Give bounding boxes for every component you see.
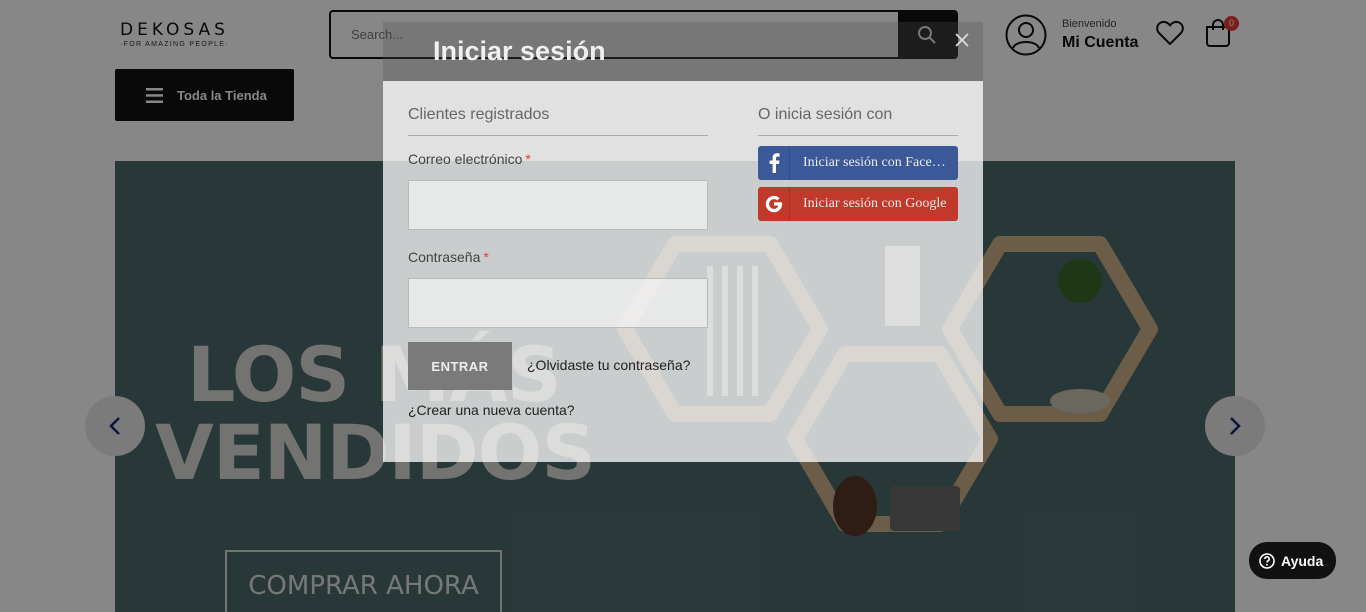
required-mark: * (483, 249, 489, 265)
email-label-text: Correo electrónico (408, 151, 523, 167)
email-field[interactable] (408, 180, 708, 230)
facebook-icon (769, 153, 780, 173)
registered-customers-heading: Clientes registrados (408, 106, 550, 123)
question-mark-icon (1259, 552, 1275, 569)
google-icon (765, 195, 782, 213)
close-icon[interactable] (954, 32, 970, 48)
login-modal-header: Iniciar sesión (383, 22, 983, 81)
email-label: Correo electrónico * (408, 151, 531, 167)
password-label: Contraseña * (408, 249, 489, 265)
help-label: Ayuda (1281, 552, 1324, 569)
modal-title: Iniciar sesión (433, 36, 606, 66)
required-mark: * (525, 151, 531, 167)
help-button[interactable]: Ayuda (1249, 542, 1336, 579)
forgot-password-link[interactable]: ¿Olvidaste tu contraseña? (527, 357, 690, 373)
login-button[interactable]: ENTRAR (408, 342, 512, 390)
divider (408, 135, 708, 136)
social-login-heading: O inicia sesión con (758, 106, 893, 123)
google-login-label: Iniciar sesión con Google (803, 196, 947, 211)
google-login-button[interactable]: Iniciar sesión con Google (758, 187, 958, 221)
facebook-login-label: Iniciar sesión con Facebook (803, 155, 947, 170)
password-field[interactable] (408, 278, 708, 328)
facebook-login-button[interactable]: Iniciar sesión con Facebook (758, 146, 958, 180)
password-label-text: Contraseña (408, 249, 481, 265)
login-modal: Clientes registrados Correo electrónico *… (383, 81, 983, 462)
divider (758, 135, 958, 136)
create-account-link[interactable]: ¿Crear una nueva cuenta? (408, 402, 575, 418)
